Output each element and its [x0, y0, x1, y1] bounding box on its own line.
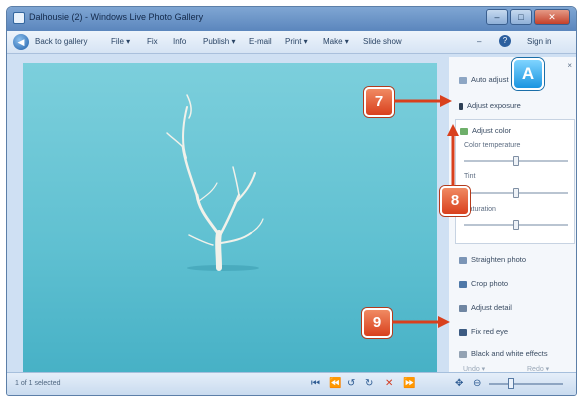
adjust-detail-item[interactable]: Adjust detail — [459, 303, 512, 312]
status-bar: 1 of 1 selected ⏮ ⏪ ↺ ↻ ✕ ⏩ ✥ ⊖ — [7, 372, 576, 395]
app-icon — [13, 12, 25, 24]
next-icon[interactable]: ⏩ — [403, 378, 415, 390]
sign-in-link[interactable]: Sign in — [527, 37, 551, 46]
straighten-icon — [459, 256, 467, 264]
menu-fix[interactable]: Fix — [147, 37, 158, 46]
crop-photo-item[interactable]: Crop photo — [459, 279, 508, 288]
adjust-exposure-label: Adjust exposure — [467, 101, 521, 110]
wand-icon — [459, 76, 467, 84]
callout-8-arrow — [447, 124, 459, 186]
color-temperature-thumb[interactable] — [513, 156, 519, 166]
menu-make[interactable]: Make ▾ — [323, 37, 349, 46]
close-button[interactable]: ✕ — [534, 9, 570, 25]
minimize-button[interactable]: – — [486, 9, 508, 25]
rotate-right-icon[interactable]: ↻ — [365, 378, 373, 390]
maximize-button[interactable]: □ — [510, 9, 532, 25]
menu-print[interactable]: Print ▾ — [285, 37, 308, 46]
previous-icon[interactable]: ⏪ — [329, 378, 341, 390]
menu-email[interactable]: E-mail — [249, 37, 272, 46]
zoom-out-icon[interactable]: ⊖ — [473, 378, 481, 390]
black-white-item[interactable]: Black and white effects — [459, 349, 548, 358]
zoom-thumb[interactable] — [508, 378, 515, 389]
tint-thumb[interactable] — [513, 188, 519, 198]
menu-bar: ◀ Back to gallery File ▾ Fix Info Publis… — [7, 31, 576, 54]
back-to-gallery-link[interactable]: Back to gallery — [35, 37, 87, 46]
saturation-thumb[interactable] — [513, 220, 519, 230]
callout-9-arrow — [392, 316, 450, 328]
adjust-detail-label: Adjust detail — [471, 303, 512, 312]
help-icon[interactable]: ? — [499, 35, 511, 47]
menu-info[interactable]: Info — [173, 37, 186, 46]
expand-arrow-icon — [459, 102, 463, 110]
window-controls: – □ ✕ — [486, 9, 570, 25]
red-eye-icon — [459, 328, 467, 336]
callout-7: 7 — [364, 87, 394, 117]
panel-close-icon[interactable]: × — [567, 61, 572, 70]
rotate-left-icon[interactable]: ↺ — [347, 378, 355, 390]
callout-8: 8 — [440, 186, 470, 216]
delete-icon[interactable]: ✕ — [385, 378, 393, 390]
color-temperature-slider[interactable] — [464, 156, 568, 166]
menu-publish[interactable]: Publish ▾ — [203, 37, 235, 46]
black-white-icon — [459, 350, 467, 358]
black-white-label: Black and white effects — [471, 349, 548, 358]
menu-dash: – — [477, 37, 482, 46]
window-title: Dalhousie (2) - Windows Live Photo Galle… — [29, 12, 204, 22]
adjust-color-header[interactable]: Adjust color — [460, 126, 511, 135]
crop-icon — [459, 280, 467, 288]
first-icon[interactable]: ⏮ — [311, 378, 320, 390]
fix-red-eye-item[interactable]: Fix red eye — [459, 327, 508, 336]
tint-label: Tint — [464, 173, 476, 180]
menu-file[interactable]: File ▾ — [111, 37, 130, 46]
adjust-color-label: Adjust color — [472, 126, 512, 135]
back-arrow-icon[interactable]: ◀ — [13, 34, 29, 50]
callout-a: A — [512, 58, 544, 90]
callout-9: 9 — [362, 308, 392, 338]
saturation-slider[interactable] — [464, 220, 568, 230]
auto-adjust-item[interactable]: Auto adjust — [459, 75, 509, 84]
status-text: 1 of 1 selected — [15, 380, 61, 387]
callout-7-arrow — [394, 95, 452, 107]
straighten-label: Straighten photo — [471, 255, 527, 264]
title-bar: Dalhousie (2) - Windows Live Photo Galle… — [7, 7, 576, 31]
menu-slide-show[interactable]: Slide show — [363, 37, 402, 46]
straighten-photo-item[interactable]: Straighten photo — [459, 255, 526, 264]
photo-gallery-window: Dalhousie (2) - Windows Live Photo Galle… — [6, 6, 577, 396]
fit-icon[interactable]: ✥ — [455, 378, 463, 390]
edit-panel: × Auto adjust Adjust exposure Adjust col… — [449, 57, 576, 375]
adjust-color-section: Adjust color Color temperature Tint Satu… — [455, 119, 575, 244]
adjust-exposure-item[interactable]: Adjust exposure — [459, 101, 521, 110]
fix-red-eye-label: Fix red eye — [471, 327, 509, 336]
color-temperature-label: Color temperature — [464, 142, 521, 149]
detail-icon — [459, 304, 467, 312]
color-icon — [460, 127, 468, 135]
zoom-slider[interactable] — [489, 383, 563, 385]
auto-adjust-label: Auto adjust — [471, 75, 509, 84]
crop-label: Crop photo — [471, 279, 509, 288]
tint-slider[interactable] — [464, 188, 568, 198]
